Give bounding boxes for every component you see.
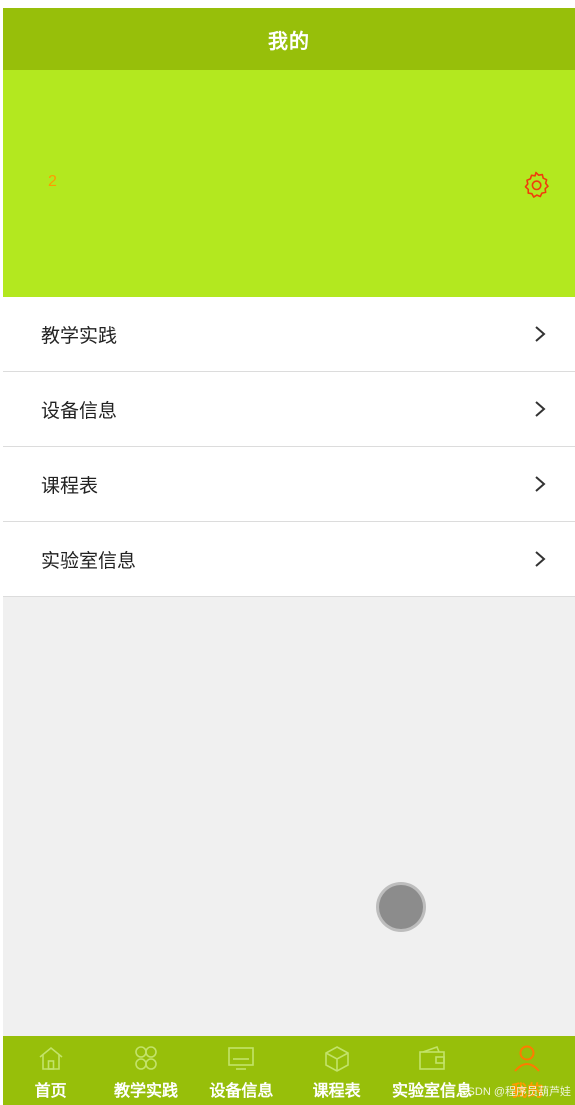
tab-label: 教学实践 — [113, 1083, 178, 1100]
watermark: CSDN @程序员葫芦娃 — [459, 1086, 571, 1098]
tab-label: 设备信息 — [209, 1083, 274, 1100]
menu-list: 教学实践 设备信息 课程表 实验室信息 — [3, 297, 575, 597]
menu-item-label: 实验室信息 — [41, 550, 137, 572]
page-title: 我的 — [268, 30, 310, 53]
app-frame: 我的 2 教学实践 设备信息 课程表 实验室信息 首页 教学实践 设备信息 课程… — [3, 8, 575, 1105]
menu-item-label: 课程表 — [41, 475, 99, 497]
tab-label: 课程表 — [312, 1083, 361, 1100]
chevron-right-icon — [535, 476, 546, 492]
tab-teaching-practice[interactable]: 教学实践 — [98, 1036, 193, 1105]
gear-icon[interactable] — [521, 170, 551, 200]
menu-item-label: 设备信息 — [41, 400, 118, 422]
chevron-right-icon — [535, 551, 546, 567]
username[interactable]: 2 — [48, 173, 57, 191]
user-icon — [514, 1045, 541, 1072]
chevron-right-icon — [535, 401, 546, 417]
tab-schedule[interactable]: 课程表 — [289, 1036, 384, 1105]
floating-action-button[interactable] — [379, 885, 423, 929]
cube-icon — [324, 1046, 349, 1072]
tab-home[interactable]: 首页 — [3, 1036, 98, 1105]
tab-label: 首页 — [34, 1083, 67, 1100]
wallet-icon — [419, 1045, 445, 1070]
menu-item-lab-info[interactable]: 实验室信息 — [3, 522, 575, 597]
menu-item-equipment-info[interactable]: 设备信息 — [3, 372, 575, 447]
home-icon — [39, 1046, 63, 1070]
bottom-tabbar: 首页 教学实践 设备信息 课程表 实验室信息 我的 CSDN @程序员葫芦娃 — [3, 1036, 575, 1105]
chevron-right-icon — [535, 326, 546, 342]
clover-icon — [135, 1046, 157, 1070]
monitor-icon — [228, 1047, 255, 1070]
menu-item-label: 教学实践 — [41, 325, 118, 347]
menu-item-teaching-practice[interactable]: 教学实践 — [3, 297, 575, 372]
top-navbar: 我的 — [3, 8, 575, 70]
tab-equipment-info[interactable]: 设备信息 — [194, 1036, 289, 1105]
profile-banner: 2 — [3, 70, 575, 297]
menu-item-schedule[interactable]: 课程表 — [3, 447, 575, 522]
